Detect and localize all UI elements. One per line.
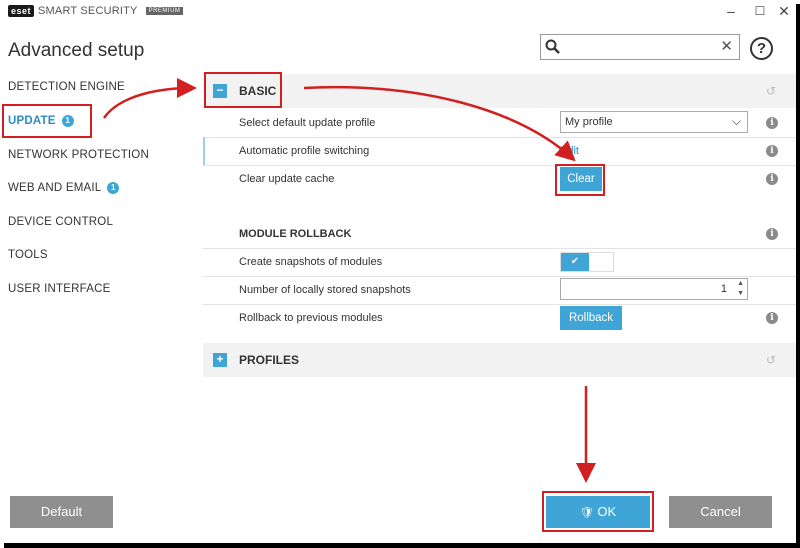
window-shadow	[4, 543, 800, 548]
subsection-module-rollback: MODULE ROLLBACK i	[203, 220, 796, 248]
setting-label: Automatic profile switching	[239, 145, 370, 157]
eset-logo: eset	[8, 5, 35, 17]
brand: eset SMART SECURITY PREMIUM	[8, 5, 184, 17]
chevron-down-icon[interactable]: ▼	[737, 289, 744, 299]
setting-label: Number of locally stored snapshots	[239, 284, 411, 296]
search-clear-icon[interactable]: ✕	[720, 37, 733, 55]
edit-link[interactable]: Edit	[560, 145, 579, 157]
page-title: Advanced setup	[8, 40, 145, 61]
info-icon[interactable]: i	[766, 117, 778, 129]
minimize-icon	[721, 2, 741, 20]
rollback-button[interactable]: Rollback	[560, 306, 622, 330]
chevron-up-icon[interactable]: ▲	[737, 279, 744, 289]
notification-badge: 1	[107, 182, 120, 194]
setting-label: Rollback to previous modules	[239, 312, 383, 324]
sidebar-item-label: NETWORK PROTECTION	[8, 149, 149, 161]
info-icon[interactable]: i	[766, 173, 778, 185]
sidebar-item-network-protection[interactable]: NETWORK PROTECTION	[8, 149, 149, 161]
annotation-box-ok	[542, 491, 654, 532]
sidebar-item-label: USER INTERFACE	[8, 283, 111, 295]
sidebar-item-label: TOOLS	[8, 249, 48, 261]
sidebar-item-user-interface[interactable]: USER INTERFACE	[8, 283, 110, 295]
check-icon: ✔	[561, 253, 589, 271]
stepper-arrows: ▲ ▼	[737, 279, 744, 299]
select-value: My profile	[565, 116, 613, 128]
snapshot-count-stepper[interactable]: 1 ▲ ▼	[560, 278, 748, 300]
help-icon[interactable]: ?	[750, 37, 773, 60]
sidebar-item-web-and-email[interactable]: WEB AND EMAIL 1	[8, 182, 120, 194]
maximize-button[interactable]: ☐	[750, 2, 770, 20]
expand-icon[interactable]: +	[213, 353, 227, 367]
sidebar-item-label: DETECTION ENGINE	[8, 81, 125, 93]
titlebar: eset SMART SECURITY PREMIUM – ☐ ✕	[0, 0, 796, 24]
annotation-box-clear	[555, 164, 605, 196]
subsection-title: MODULE ROLLBACK	[239, 228, 352, 240]
sidebar-item-tools[interactable]: TOOLS	[8, 249, 48, 261]
sidebar-item-device-control[interactable]: DEVICE CONTROL	[8, 216, 113, 228]
section-title: PROFILES	[239, 353, 300, 367]
default-button[interactable]: Default	[10, 496, 113, 528]
revert-icon[interactable]: ↺	[766, 84, 776, 98]
update-profile-select[interactable]: My profile ⌵	[560, 111, 748, 133]
info-icon[interactable]: i	[766, 312, 778, 324]
setting-row-update-profile: Select default update profile My profile…	[203, 109, 796, 137]
stepper-value: 1	[720, 283, 727, 295]
search-input[interactable]: ✕	[540, 34, 740, 60]
info-icon[interactable]: i	[766, 145, 778, 157]
setting-row-profile-switching: Automatic profile switching Edit i	[203, 137, 796, 165]
setting-row-clear-cache: Clear update cache Clear i	[203, 165, 796, 193]
cancel-button[interactable]: Cancel	[669, 496, 772, 528]
advanced-setup-window: eset SMART SECURITY PREMIUM – ☐ ✕ Advanc…	[0, 0, 796, 543]
info-icon[interactable]: i	[766, 228, 778, 240]
setting-row-snapshot-count: Number of locally stored snapshots 1 ▲ ▼	[203, 276, 796, 304]
setting-row-create-snapshots: Create snapshots of modules ✔	[203, 248, 796, 276]
sidebar-item-label: WEB AND EMAIL	[8, 182, 102, 194]
section-profiles-header[interactable]: + PROFILES ↺	[203, 343, 796, 377]
annotation-box-basic	[204, 72, 282, 108]
product-name: SMART SECURITY	[38, 5, 138, 17]
chevron-down-icon: ⌵	[731, 114, 741, 128]
edition-badge: PREMIUM	[145, 7, 184, 15]
section-basic-header[interactable]: − BASIC ↺	[203, 74, 796, 108]
setting-row-rollback: Rollback to previous modules Rollback i	[203, 304, 796, 332]
close-button[interactable]: ✕	[774, 2, 794, 20]
search-icon	[545, 39, 560, 54]
window-shadow	[796, 4, 800, 548]
setting-label: Create snapshots of modules	[239, 256, 383, 268]
revert-icon[interactable]: ↺	[766, 353, 776, 367]
annotation-box-update	[2, 104, 92, 138]
setting-label: Clear update cache	[239, 173, 335, 185]
snapshots-toggle[interactable]: ✔	[560, 252, 614, 272]
setting-label: Select default update profile	[239, 117, 376, 129]
sidebar-item-label: DEVICE CONTROL	[8, 216, 114, 228]
sidebar-item-detection-engine[interactable]: DETECTION ENGINE	[8, 81, 125, 93]
